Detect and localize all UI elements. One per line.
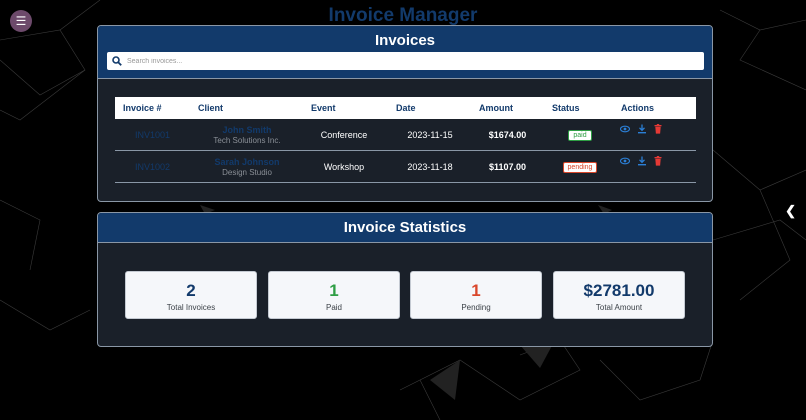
invoices-card: Invoices Invoice # Client Event Date Amo… <box>97 25 713 202</box>
date-cell: 2023-11-15 <box>407 130 453 140</box>
view-button[interactable] <box>619 156 632 168</box>
trash-icon <box>654 124 662 134</box>
stat-total-invoices: 2 Total Invoices <box>125 271 257 319</box>
column-header-client: Client <box>198 103 224 113</box>
invoices-table: Invoice # Client Event Date Amount Statu… <box>115 97 696 183</box>
column-header-event: Event <box>311 103 336 113</box>
stat-value: 1 <box>329 281 339 300</box>
delete-button[interactable] <box>653 156 665 168</box>
invoice-number[interactable]: INV1002 <box>115 151 190 183</box>
status-badge: pending <box>562 161 598 173</box>
table-row: INV1001 John Smith Tech Solutions Inc. C… <box>115 119 696 151</box>
client-cell: Sarah Johnson Design Studio <box>203 151 291 183</box>
column-header-amount: Amount <box>479 103 513 113</box>
invoices-card-title: Invoices <box>374 32 436 49</box>
trash-icon <box>654 156 662 166</box>
download-button[interactable] <box>637 124 649 136</box>
table-row: INV1002 Sarah Johnson Design Studio Work… <box>115 151 696 183</box>
amount-cell: $1674.00 <box>488 130 527 140</box>
client-company: Design Studio <box>222 168 272 177</box>
client-company: Tech Solutions Inc. <box>213 136 281 145</box>
stat-total-amount: $2781.00 Total Amount <box>553 271 685 319</box>
chevron-left-icon: ❮ <box>785 203 796 218</box>
column-header-actions: Actions <box>621 103 655 113</box>
stat-label: Total Invoices <box>166 303 216 312</box>
stat-value: 1 <box>471 281 481 300</box>
stat-value: $2781.00 <box>583 281 655 300</box>
eye-icon <box>619 157 631 165</box>
stat-label: Pending <box>461 303 491 312</box>
download-button[interactable] <box>637 156 649 168</box>
event-cell: Workshop <box>323 162 365 172</box>
delete-button[interactable] <box>653 124 665 136</box>
statistics-card: Invoice Statistics 2 Total Invoices 1 Pa… <box>97 212 713 347</box>
row-actions <box>619 119 670 151</box>
client-name: Sarah Johnson <box>214 157 280 167</box>
page-title: Invoice Manager <box>328 5 478 26</box>
client-cell: John Smith Tech Solutions Inc. <box>203 119 291 151</box>
sidebar-toggle[interactable]: ❮ <box>785 203 796 219</box>
view-button[interactable] <box>619 124 632 136</box>
search-bar <box>107 52 704 70</box>
download-icon <box>637 124 646 134</box>
statistics-card-title: Invoice Statistics <box>343 219 467 236</box>
eye-icon <box>619 125 631 133</box>
column-header-invoice: Invoice # <box>123 103 162 113</box>
client-name: John Smith <box>222 125 272 135</box>
status-cell: paid <box>560 119 600 151</box>
download-icon <box>637 156 646 166</box>
stat-pending: 1 Pending <box>410 271 542 319</box>
row-actions <box>619 151 670 183</box>
column-header-date: Date <box>396 103 416 113</box>
status-cell: pending <box>560 151 600 183</box>
stat-label: Total Amount <box>595 303 643 312</box>
statistics-card-header: Invoice Statistics <box>98 213 712 243</box>
stat-value: 2 <box>186 281 196 300</box>
search-icon <box>112 56 122 66</box>
stat-paid: 1 Paid <box>268 271 400 319</box>
event-cell: Conference <box>320 130 368 140</box>
stat-label: Paid <box>325 303 342 312</box>
amount-cell: $1107.00 <box>488 162 527 172</box>
search-input[interactable] <box>127 57 687 65</box>
invoice-number[interactable]: INV1001 <box>115 119 190 151</box>
column-header-status: Status <box>552 103 580 113</box>
status-badge: paid <box>568 129 592 141</box>
date-cell: 2023-11-18 <box>407 162 453 172</box>
table-header: Invoice # Client Event Date Amount Statu… <box>115 97 696 119</box>
